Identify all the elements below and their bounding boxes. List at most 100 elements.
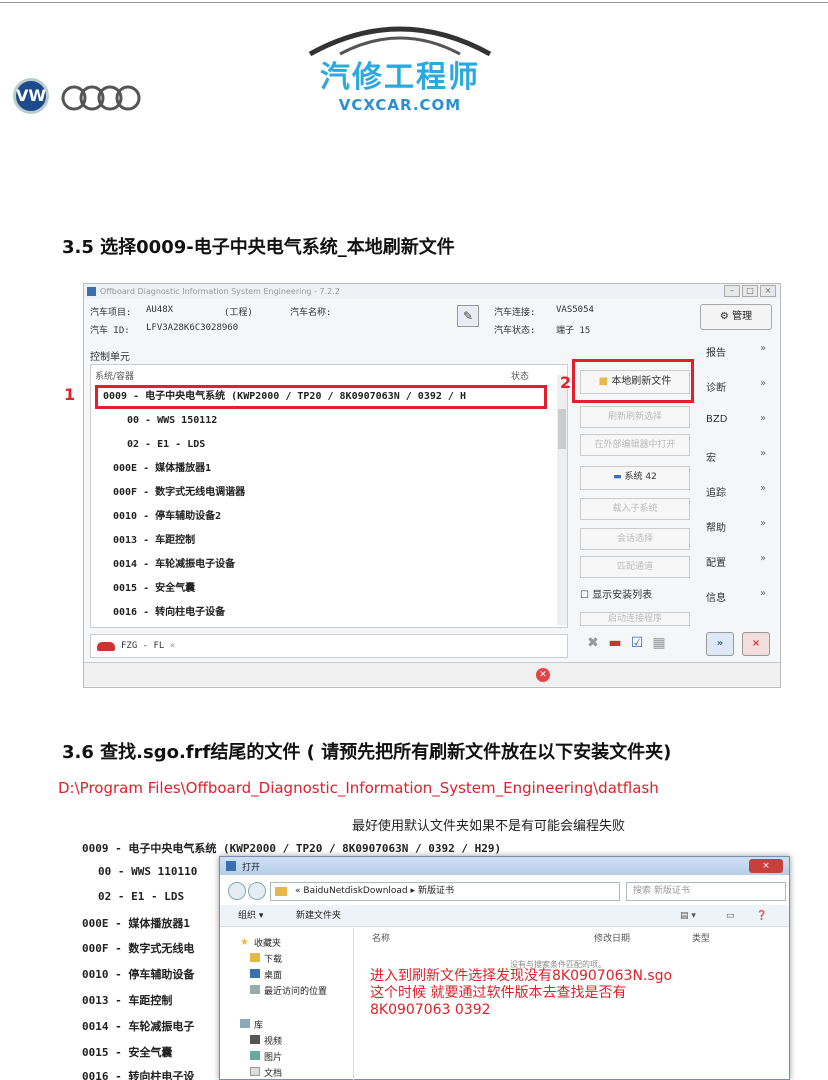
star-icon: ★ xyxy=(240,937,249,948)
list-item-0014[interactable]: 0014 - 车轮减振电子设备 xyxy=(113,555,567,575)
list-item-0015[interactable]: 0015 - 安全气囊 xyxy=(113,579,567,599)
close-button[interactable]: × xyxy=(760,285,776,297)
name-label: 汽车名称: xyxy=(290,308,332,318)
address-bar: « BaiduNetdiskDownload ▸ 新版证书 搜索 新版证书 xyxy=(226,881,786,903)
open-external-editor-button[interactable]: 在外部编辑器中打开 xyxy=(580,434,690,456)
chevron-down-icon: » xyxy=(760,378,767,389)
local-flash-label: 本地刷新文件 xyxy=(611,376,672,387)
path-segment-baidu[interactable]: BaiduNetdiskDownload xyxy=(303,886,407,896)
checklist-icon[interactable]: ☑ xyxy=(628,634,646,652)
nav-desktop[interactable]: 桌面 xyxy=(250,968,282,981)
chevron-down-icon: » xyxy=(760,448,767,459)
tab-fzg-fl[interactable]: FZG - FL xyxy=(121,641,164,651)
tab-close-icon[interactable]: × xyxy=(170,641,175,651)
list-item-000f: 000F - 数字式无线电 xyxy=(82,942,195,955)
maximize-button[interactable]: □ xyxy=(742,285,758,297)
col-date[interactable]: 修改日期 xyxy=(594,931,630,944)
local-flash-file-button[interactable]: ■ 本地刷新文件 xyxy=(580,370,690,394)
sidebar-item-report[interactable]: 报告 » xyxy=(698,338,776,362)
section-heading-3-6: 3.6 查找.sgo.frf结尾的文件 ( 请预先把所有刷新文件放在以下安装文件… xyxy=(62,742,672,763)
forward-icon[interactable]: » xyxy=(706,632,734,656)
chevron-down-icon: » xyxy=(760,553,767,564)
list-item-02: 02 - E1 - LDS xyxy=(98,890,185,903)
nav-label: 文档 xyxy=(264,1069,283,1079)
system-button[interactable]: ▬ 系统 42 xyxy=(580,466,690,490)
window-title: Offboard Diagnostic Information System E… xyxy=(100,287,340,296)
list-item-0010[interactable]: 0010 - 停车辅助设备2 xyxy=(113,507,567,527)
preview-pane-icon[interactable]: ▭ xyxy=(726,905,735,927)
nav-library[interactable]: 库 xyxy=(240,1018,263,1031)
folder-icon: ■ xyxy=(598,376,612,387)
checkbox-icon: ☐ xyxy=(580,590,593,601)
chevron-down-icon: » xyxy=(760,483,767,494)
sidebar-item-info[interactable]: 信息 » xyxy=(698,583,776,607)
manage-button[interactable]: ⚙ 管理 xyxy=(700,304,772,330)
path-segment-new-cert[interactable]: 新版证书 xyxy=(418,886,454,896)
car-icon xyxy=(97,642,115,651)
chevron-down-icon: » xyxy=(760,518,767,529)
annotation-line-1: 进入到刷新文件选择发现没有8K0907063N.sgo xyxy=(370,968,673,984)
sidebar-item-trace[interactable]: 追踪 » xyxy=(698,478,776,502)
list-item-00: 00 - WWS 110110 xyxy=(98,865,198,878)
list-item-000f[interactable]: 000F - 数字式无线电调谐器 xyxy=(113,483,567,503)
list-item-00[interactable]: 00 - WWS 150112 xyxy=(127,411,567,431)
car-icon[interactable]: ▬ xyxy=(606,634,624,652)
new-folder-button[interactable]: 新建文件夹 xyxy=(296,905,341,927)
sidebar-item-help[interactable]: 帮助 » xyxy=(698,513,776,537)
list-item-0013[interactable]: 0013 - 车距控制 xyxy=(113,531,567,551)
sidebar-label: 追踪 xyxy=(706,488,726,499)
manage-label: 管理 xyxy=(732,311,753,322)
control-unit-list[interactable]: 系统/容器 状态 0009 - 电子中央电气系统 (KWP2000 / TP20… xyxy=(90,364,568,628)
list-item-02[interactable]: 02 - E1 - LDS xyxy=(127,435,567,455)
documents-icon xyxy=(250,1067,260,1076)
forward-nav-icon[interactable] xyxy=(248,882,266,900)
search-input[interactable]: 搜索 新版证书 xyxy=(626,882,786,901)
list-scrollbar[interactable] xyxy=(557,375,567,625)
stop-icon[interactable]: × xyxy=(742,632,770,656)
minimize-button[interactable]: – xyxy=(724,285,740,297)
list-item-0010: 0010 - 停车辅助设备 xyxy=(82,968,195,981)
session-select-button[interactable]: 会话选择 xyxy=(580,528,690,550)
organize-button[interactable]: 组织 ▾ xyxy=(238,905,263,927)
load-subsystem-button[interactable]: 载入子系统 xyxy=(580,498,690,520)
system-label: 系统 42 xyxy=(624,472,657,482)
sidebar-item-bzd[interactable]: BZD » xyxy=(698,408,776,432)
match-channel-button[interactable]: 匹配通道 xyxy=(580,556,690,578)
scroll-thumb[interactable] xyxy=(558,409,566,449)
path-box[interactable]: « BaiduNetdiskDownload ▸ 新版证书 xyxy=(270,882,620,901)
view-icon[interactable]: ▤ ▾ xyxy=(680,905,696,927)
back-icon[interactable] xyxy=(228,882,246,900)
dialog-close-button[interactable]: × xyxy=(749,859,783,873)
nav-label: 最近访问的位置 xyxy=(264,987,328,997)
list-item-0016[interactable]: 0016 - 转向柱电子设备 xyxy=(113,603,567,623)
list-item-000e[interactable]: 000E - 媒体播放器1 xyxy=(113,459,567,479)
section-heading-3-5: 3.5 选择0009-电子中央电气系统_本地刷新文件 xyxy=(62,237,455,258)
nav-recent[interactable]: 最近访问的位置 xyxy=(250,984,327,997)
control-units-label: 控制单元 xyxy=(90,352,130,363)
nav-favorites[interactable]: ★ 收藏夹 xyxy=(240,936,281,949)
chevron-down-icon: » xyxy=(760,343,767,354)
col-name[interactable]: 名称 xyxy=(372,931,390,944)
grid-icon[interactable]: ▦ xyxy=(650,634,668,652)
col-type[interactable]: 类型 xyxy=(692,931,710,944)
help-icon[interactable]: ❓ xyxy=(756,905,767,927)
start-connection-button[interactable]: 启动连接程序 xyxy=(580,612,690,626)
tools-icon[interactable]: ✖ xyxy=(584,634,602,652)
nav-docs[interactable]: 文档 xyxy=(250,1066,282,1079)
edit-pencil-icon[interactable]: ✎ xyxy=(457,305,479,327)
sidebar-label: 配置 xyxy=(706,558,726,569)
sidebar-item-diagnosis[interactable]: 诊断 » xyxy=(698,373,776,397)
show-install-list-checkbox[interactable]: ☐ 显示安装列表 xyxy=(580,586,652,601)
nav-downloads[interactable]: 下载 xyxy=(250,952,282,965)
sidebar-item-config[interactable]: 配置 » xyxy=(698,548,776,572)
sidebar-item-macro[interactable]: 宏» xyxy=(698,443,776,467)
list-item-0009: 0009 - 电子中央电气系统 (KWP2000 / TP20 / 8K0907… xyxy=(82,842,502,855)
download-folder-icon xyxy=(250,953,260,962)
annotation-line-3: 8K0907063 0392 xyxy=(370,1002,491,1018)
sidebar-label: BZD xyxy=(706,414,728,425)
nav-pictures[interactable]: 图片 xyxy=(250,1050,282,1063)
nav-video[interactable]: 视频 xyxy=(250,1034,282,1047)
nav-label: 图片 xyxy=(264,1053,283,1063)
col-status: 状态 xyxy=(511,372,530,382)
refresh-selection-button[interactable]: 刷新刷新选择 xyxy=(580,406,690,428)
